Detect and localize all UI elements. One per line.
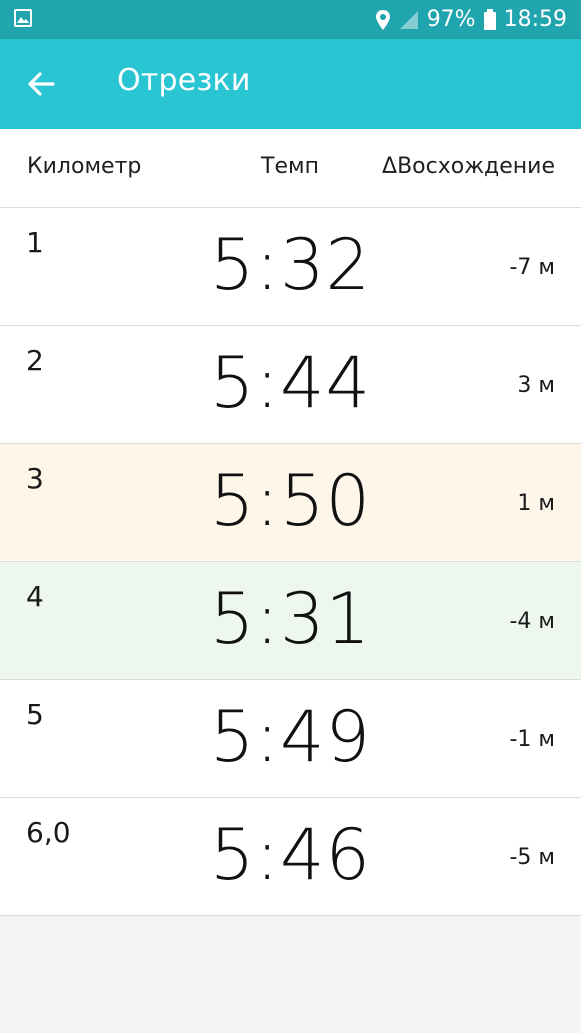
column-header-pace: Темп [261, 154, 319, 179]
arrow-left-icon [28, 72, 55, 96]
image-icon [14, 9, 32, 27]
row-elevation: -7 м [509, 255, 555, 280]
column-header-km: Километр [27, 154, 142, 179]
table-row: 5 5:49 -1 м [0, 680, 581, 798]
back-button[interactable] [18, 61, 64, 107]
status-bar: 97% 18:59 [0, 0, 581, 39]
battery-icon [483, 9, 496, 30]
clock: 18:59 [503, 7, 567, 32]
row-pace: 5:49 [209, 696, 372, 778]
app-bar: Отрезки [0, 39, 581, 129]
page-title: Отрезки [117, 63, 251, 98]
table-row-fastest: 4 5:31 -4 м [0, 562, 581, 680]
row-pace: 5:46 [209, 814, 372, 896]
location-icon [375, 9, 390, 30]
table-header: Километр Темп ΔВосхождение [0, 129, 581, 208]
table-row: 2 5:44 3 м [0, 326, 581, 444]
row-pace: 5:32 [209, 224, 372, 306]
row-pace: 5:50 [209, 460, 372, 542]
signal-icon [399, 10, 418, 29]
row-elevation: -1 м [509, 727, 555, 752]
table-row: 6,0 5:46 -5 м [0, 798, 581, 916]
row-elevation: 1 м [517, 491, 555, 516]
row-pace: 5:44 [209, 342, 372, 424]
row-elevation: 3 м [517, 373, 555, 398]
row-elevation: -4 м [509, 609, 555, 634]
splits-table: Километр Темп ΔВосхождение 1 5:32 -7 м 2… [0, 129, 581, 916]
table-row-slowest: 3 5:50 1 м [0, 444, 581, 562]
column-header-elevation: ΔВосхождение [382, 154, 555, 179]
table-row: 1 5:32 -7 м [0, 208, 581, 326]
status-indicators: 97% 18:59 [375, 0, 567, 39]
row-elevation: -5 м [509, 845, 555, 870]
row-pace: 5:31 [209, 578, 372, 660]
battery-percent: 97% [426, 7, 476, 32]
